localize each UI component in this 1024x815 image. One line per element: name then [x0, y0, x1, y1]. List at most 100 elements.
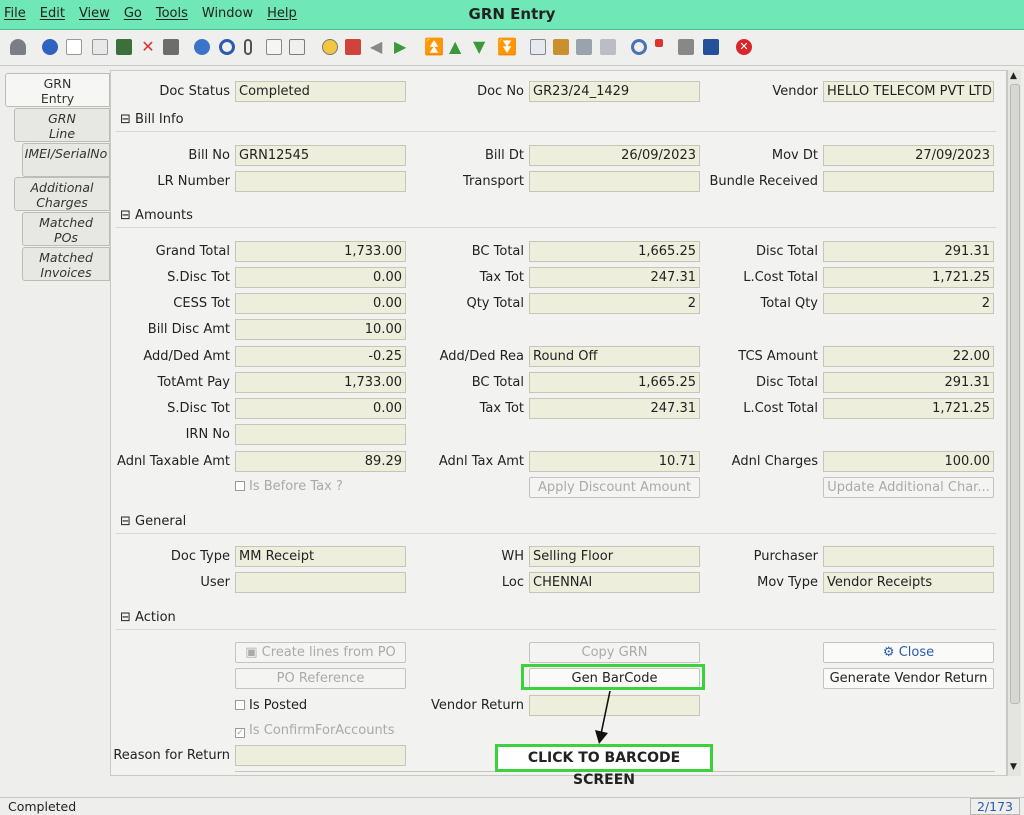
copy-icon[interactable]: [92, 39, 108, 55]
doc-no-label: Doc No: [477, 84, 524, 99]
is-before-tax-checkbox[interactable]: Is Before Tax ?: [235, 479, 343, 494]
home-alt-icon[interactable]: [345, 39, 361, 55]
transport-field[interactable]: [529, 171, 700, 192]
bc-total-field[interactable]: 1,665.25: [529, 241, 700, 262]
totamt-pay-field[interactable]: 1,733.00: [235, 372, 406, 393]
action-section[interactable]: ⊟ Action: [120, 610, 176, 625]
tab-grn-entry[interactable]: GRN Entry: [5, 73, 110, 107]
total-qty-field[interactable]: 2: [823, 293, 994, 314]
zoom-across-icon[interactable]: [631, 39, 647, 55]
tab-imei-serialno[interactable]: IMEI/SerialNo: [22, 143, 110, 177]
history-icon[interactable]: [289, 39, 305, 55]
copy-grn-button[interactable]: Copy GRN: [529, 642, 700, 663]
doc-status-field[interactable]: Completed: [235, 81, 406, 102]
lcost-total-field[interactable]: 1,721.25: [823, 267, 994, 288]
add-ded-amt-field[interactable]: -0.25: [235, 346, 406, 367]
wh-field[interactable]: Selling Floor: [529, 546, 700, 567]
mov-type-field[interactable]: Vendor Receipts: [823, 572, 994, 593]
doc-status-label: Doc Status: [159, 84, 230, 99]
add-ded-rea-field[interactable]: Round Off: [529, 346, 700, 367]
is-confirm-for-accounts-checkbox[interactable]: ✓ Is ConfirmForAccounts: [235, 723, 395, 738]
lr-number-field[interactable]: [235, 171, 406, 192]
new-icon[interactable]: [66, 39, 82, 55]
reason-for-return-field[interactable]: [235, 745, 406, 766]
tcs-amount-field[interactable]: 22.00: [823, 346, 994, 367]
vendor-field[interactable]: HELLO TELECOM PVT LTD: [823, 81, 994, 102]
sdisc-tot-field[interactable]: 0.00: [235, 267, 406, 288]
help-icon[interactable]: [42, 39, 58, 55]
refresh-icon[interactable]: [194, 39, 210, 55]
exit-icon[interactable]: ✕: [736, 39, 752, 55]
report-icon[interactable]: [530, 39, 546, 55]
previous-icon[interactable]: ▲: [449, 39, 465, 55]
cess-tot-field[interactable]: 0.00: [235, 293, 406, 314]
amounts-section[interactable]: ⊟ Amounts: [120, 208, 193, 223]
attach-icon[interactable]: [244, 39, 252, 55]
record-counter[interactable]: 2/173: [970, 798, 1020, 815]
sdisc-tot2-field[interactable]: 0.00: [235, 398, 406, 419]
home-icon[interactable]: [322, 39, 338, 55]
scroll-down-icon[interactable]: ▼: [1010, 762, 1017, 772]
first-icon[interactable]: ⏫: [424, 39, 444, 55]
tab-grn-line[interactable]: GRN Line: [14, 108, 110, 142]
next-icon[interactable]: ▼: [473, 39, 489, 55]
disc-total2-field[interactable]: 291.31: [823, 372, 994, 393]
adnl-tax-field[interactable]: 10.71: [529, 451, 700, 472]
create-lines-from-po-button[interactable]: ▣ Create lines from PO: [235, 642, 406, 663]
tax-tot-field[interactable]: 247.31: [529, 267, 700, 288]
mov-dt-field[interactable]: 27/09/2023: [823, 145, 994, 166]
grand-total-field[interactable]: 1,733.00: [235, 241, 406, 262]
scroll-up-icon[interactable]: ▲: [1010, 71, 1017, 81]
product-info-icon[interactable]: [703, 39, 719, 55]
doc-type-field[interactable]: MM Receipt: [235, 546, 406, 567]
irn-no-field[interactable]: [235, 424, 406, 445]
vertical-scrollbar[interactable]: ▲ ▼: [1007, 70, 1021, 776]
po-reference-button[interactable]: PO Reference: [235, 668, 406, 689]
workflow-icon[interactable]: [655, 39, 663, 47]
print-icon[interactable]: [600, 39, 616, 55]
update-additional-charges-button[interactable]: Update Additional Char...: [823, 477, 994, 498]
generate-vendor-return-button[interactable]: Generate Vendor Return: [823, 668, 994, 689]
archive-icon[interactable]: [553, 39, 569, 55]
delete-icon[interactable]: ✕: [140, 39, 156, 55]
bill-dt-field[interactable]: 26/09/2023: [529, 145, 700, 166]
status-bar: Completed 2/173: [0, 797, 1024, 815]
back-icon[interactable]: ◀: [370, 39, 386, 55]
chat-icon[interactable]: [266, 39, 282, 55]
loc-field[interactable]: CHENNAI: [529, 572, 700, 593]
tax-tot2-field[interactable]: 247.31: [529, 398, 700, 419]
bill-disc-amt-field[interactable]: 10.00: [235, 319, 406, 340]
purchaser-field[interactable]: [823, 546, 994, 567]
bill-no-label: Bill No: [188, 148, 230, 163]
tab-additional-charges[interactable]: Additional Charges: [14, 177, 110, 211]
bill-no-field[interactable]: GRN12545: [235, 145, 406, 166]
save-new-icon[interactable]: [116, 39, 132, 55]
find-icon[interactable]: [219, 39, 235, 55]
bill-info-section[interactable]: ⊟ Bill Info: [120, 112, 184, 127]
bc-total2-field[interactable]: 1,665.25: [529, 372, 700, 393]
general-section[interactable]: ⊟ General: [120, 514, 186, 529]
scrollbar-thumb[interactable]: [1010, 84, 1020, 704]
last-icon[interactable]: ⏬: [497, 39, 517, 55]
print-preview-icon[interactable]: [576, 39, 592, 55]
is-posted-checkbox[interactable]: Is Posted: [235, 698, 307, 713]
tab-matched-pos[interactable]: Matched POs: [22, 212, 110, 246]
forward-icon[interactable]: ▶: [394, 39, 410, 55]
apply-discount-button[interactable]: Apply Discount Amount: [529, 477, 700, 498]
disc-total-field[interactable]: 291.31: [823, 241, 994, 262]
request-icon[interactable]: [678, 39, 694, 55]
doc-no-field[interactable]: GR23/24_1429: [529, 81, 700, 102]
bill-info-title: Bill Info: [135, 112, 184, 127]
adnl-charges-field[interactable]: 100.00: [823, 451, 994, 472]
tax-tot2-label: Tax Tot: [479, 401, 524, 416]
tab-matched-invoices[interactable]: Matched Invoices: [22, 247, 110, 281]
adnl-taxable-field[interactable]: 89.29: [235, 451, 406, 472]
arrow-icon: [595, 690, 611, 744]
user-field[interactable]: [235, 572, 406, 593]
qty-total-field[interactable]: 2: [529, 293, 700, 314]
lcost-total2-field[interactable]: 1,721.25: [823, 398, 994, 419]
bundle-received-field[interactable]: [823, 171, 994, 192]
save-icon[interactable]: [163, 39, 179, 55]
close-button[interactable]: ⚙ Close: [823, 642, 994, 663]
undo-icon[interactable]: [10, 39, 26, 55]
